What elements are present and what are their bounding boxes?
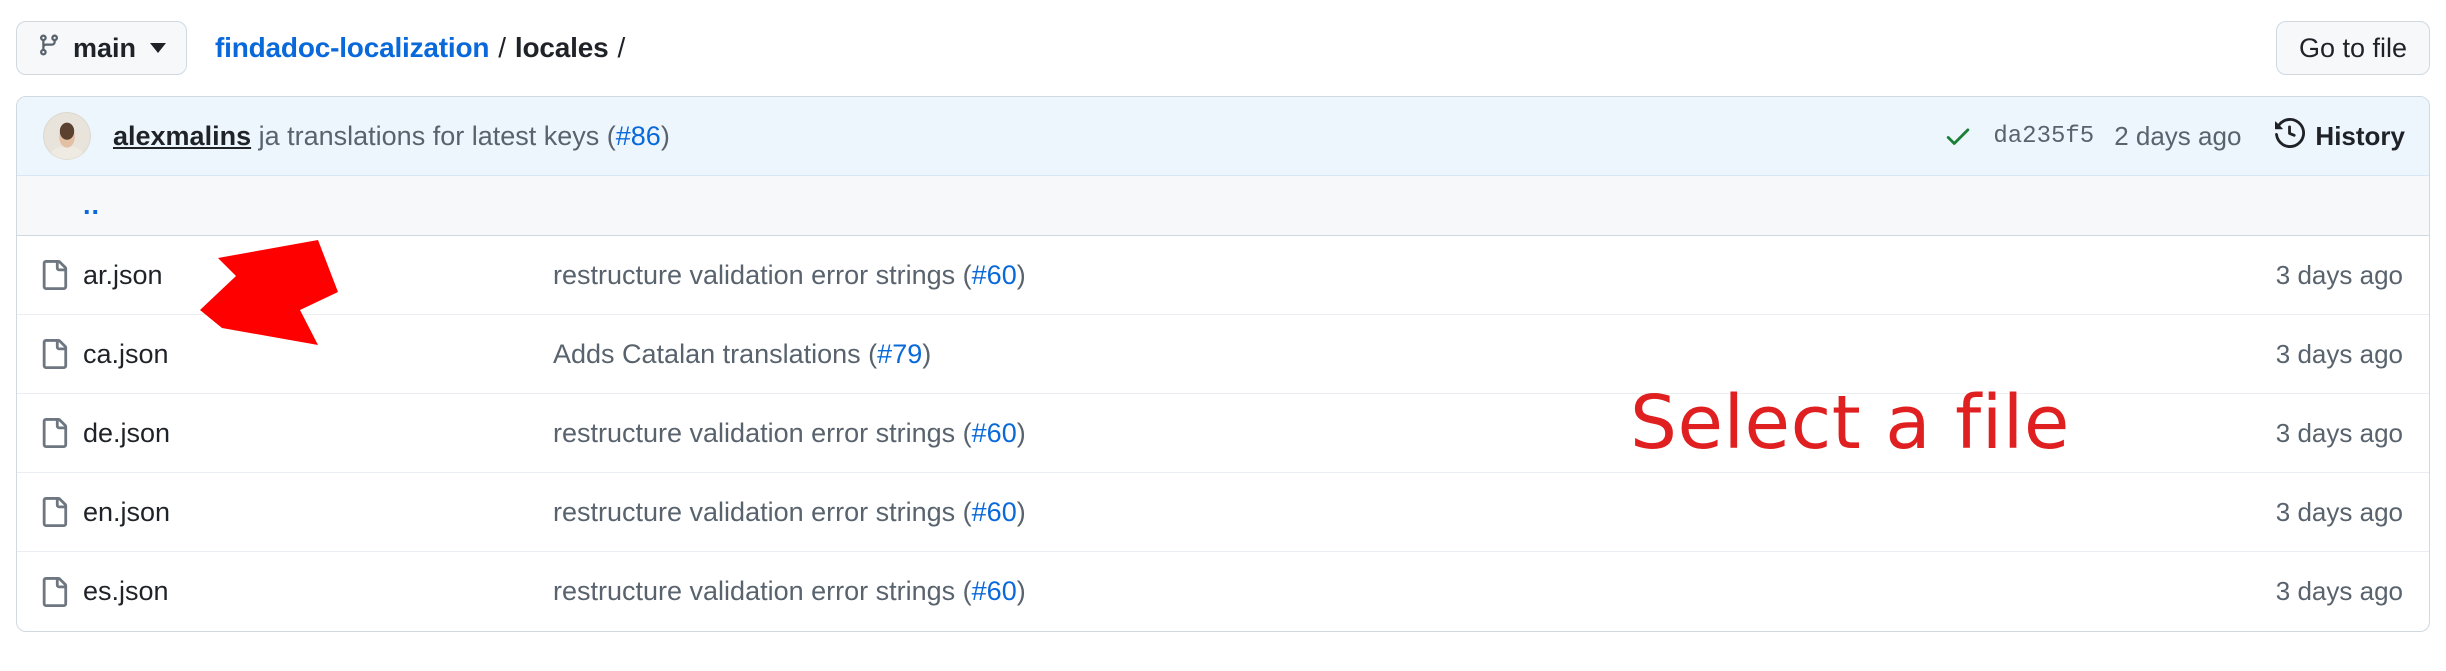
history-link[interactable]: History (2275, 117, 2405, 155)
commit-pr-link[interactable]: #86 (616, 121, 661, 151)
table-row[interactable]: es.json restructure validation error str… (17, 552, 2429, 631)
table-row[interactable]: ca.json Adds Catalan translations (#79) … (17, 315, 2429, 394)
file-commit-message: Adds Catalan translations (#79) (553, 339, 2109, 370)
commit-message: ja translations for latest keys ( (258, 120, 616, 151)
commit-message-text: restructure validation error strings ( (553, 576, 972, 606)
file-link[interactable]: de.json (83, 418, 170, 448)
commit-message-text: restructure validation error strings ( (553, 496, 972, 527)
file-commit-message: restructure validation error strings (#6… (553, 418, 2109, 449)
file-commit-message: restructure validation error strings (#6… (553, 260, 2109, 291)
breadcrumb-separator-1: / (498, 32, 506, 63)
commit-message-suffix: ) (1016, 496, 1026, 527)
file-name-cell: en.json (83, 497, 553, 528)
file-icon (17, 337, 83, 371)
commit-meta: da235f5 2 days ago History (1943, 117, 2405, 155)
history-clock-icon (2275, 117, 2306, 155)
parent-directory-link[interactable]: .. (83, 192, 100, 219)
go-to-file-button[interactable]: Go to file (2275, 21, 2430, 75)
breadcrumb-separator-2: / (617, 32, 626, 63)
commit-message-text: Adds Catalan translations ( (553, 338, 878, 369)
file-name-cell: ca.json (83, 339, 553, 370)
file-icon (17, 416, 83, 450)
commit-message-suffix: ) (1016, 576, 1026, 606)
repo-toolbar: main findadoc-localization / locales / G… (0, 0, 2446, 96)
file-link[interactable]: es.json (83, 576, 169, 606)
file-name-cell: de.json (83, 418, 553, 449)
file-list: ar.json restructure validation error str… (17, 236, 2429, 631)
file-timestamp: 3 days ago (2275, 417, 2403, 448)
chevron-down-icon (150, 43, 167, 53)
commit-pr-link[interactable]: #79 (877, 339, 922, 369)
branch-name-label: main (73, 32, 137, 63)
commit-timestamp: 2 days ago (2114, 120, 2242, 151)
commit-author-link[interactable]: alexmalins (113, 121, 251, 151)
breadcrumb-current-folder: locales (514, 32, 609, 63)
table-row[interactable]: en.json restructure validation error str… (17, 473, 2429, 552)
commit-message-suffix: ) (922, 338, 932, 369)
avatar (43, 112, 91, 160)
commit-pr-link[interactable]: #60 (972, 260, 1017, 290)
file-link[interactable]: ar.json (83, 260, 163, 290)
commit-pr-link[interactable]: #60 (972, 418, 1017, 448)
branch-selector-button[interactable]: main (16, 21, 188, 75)
file-link[interactable]: en.json (83, 497, 170, 527)
commit-pr-link[interactable]: #60 (972, 576, 1017, 606)
history-label: History (2315, 120, 2405, 151)
check-icon (1943, 121, 1973, 151)
file-timestamp: 3 days ago (2275, 259, 2403, 290)
breadcrumb-repo-link[interactable]: findadoc-localization (215, 32, 489, 64)
file-table-container: alexmalins ja translations for latest ke… (16, 96, 2430, 632)
commit-message-text: restructure validation error strings ( (553, 417, 972, 448)
file-name-cell: es.json (83, 576, 553, 607)
commit-message-suffix: ) (1016, 259, 1026, 290)
file-icon (17, 258, 83, 292)
table-row[interactable]: ar.json restructure validation error str… (17, 236, 2429, 315)
table-row[interactable]: de.json restructure validation error str… (17, 394, 2429, 473)
commit-message-end: ) (660, 120, 670, 151)
file-commit-message: restructure validation error strings (#6… (553, 497, 2109, 528)
file-timestamp: 3 days ago (2275, 576, 2403, 606)
file-icon (17, 495, 83, 529)
file-commit-message: restructure validation error strings (#6… (553, 576, 2109, 607)
latest-commit-bar: alexmalins ja translations for latest ke… (17, 97, 2429, 176)
file-timestamp: 3 days ago (2275, 338, 2403, 369)
file-icon (17, 575, 83, 609)
commit-pr-link[interactable]: #60 (972, 497, 1017, 527)
commit-sha[interactable]: da235f5 (1993, 123, 2094, 150)
file-name-cell: ar.json (83, 260, 553, 291)
commit-message-suffix: ) (1016, 417, 1026, 448)
parent-directory-row[interactable]: .. (17, 176, 2429, 236)
file-link[interactable]: ca.json (83, 339, 169, 369)
breadcrumb: findadoc-localization / locales / (215, 32, 634, 64)
git-branch-icon (37, 32, 61, 65)
file-timestamp: 3 days ago (2275, 496, 2403, 527)
commit-message-text: restructure validation error strings ( (553, 259, 972, 290)
latest-commit-text: alexmalins ja translations for latest ke… (113, 121, 670, 152)
